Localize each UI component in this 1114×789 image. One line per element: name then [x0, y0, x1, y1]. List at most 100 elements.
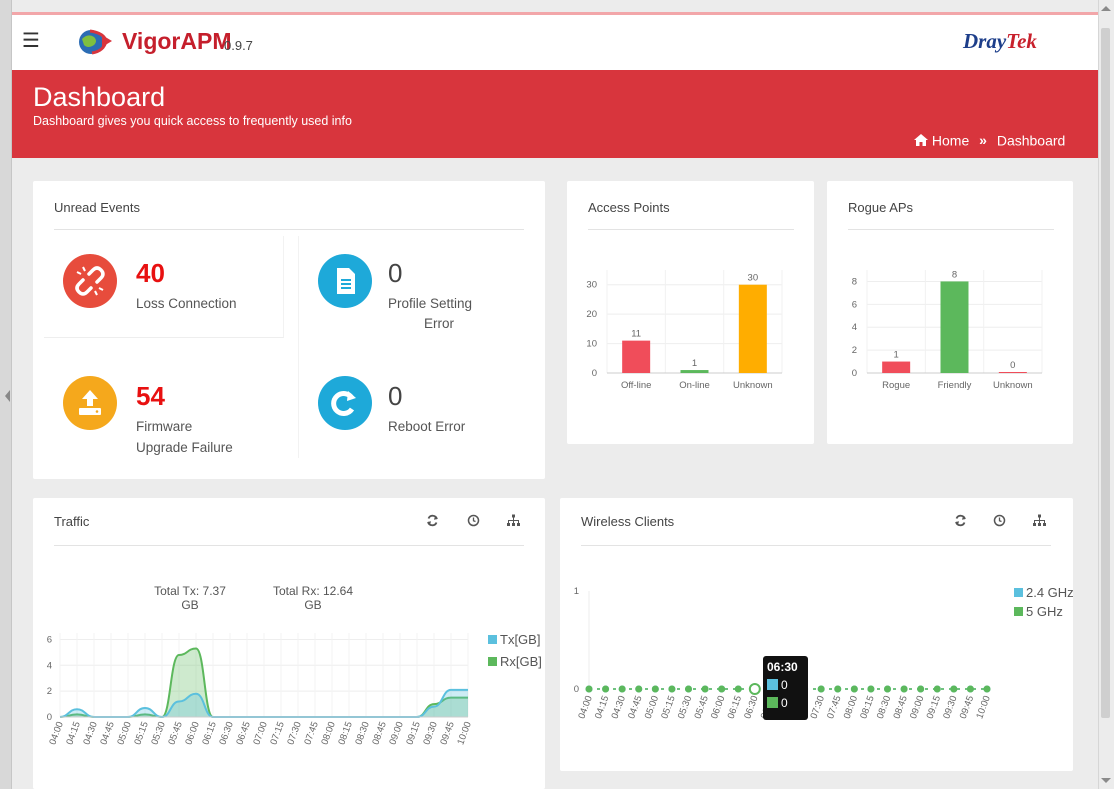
divider	[581, 545, 1051, 546]
x-tick-label: 08:30	[353, 720, 371, 746]
total-rx-value: Total Rx: 12.64	[272, 584, 354, 598]
refresh-icon[interactable]	[954, 514, 967, 530]
sidebar-toggle-grip[interactable]	[5, 390, 10, 402]
data-point	[867, 685, 875, 693]
x-tick-label: 05:45	[166, 720, 184, 746]
y-tick-label: 10	[586, 339, 597, 350]
x-tick-label: 09:00	[387, 720, 405, 746]
tooltip-time: 06:30	[767, 660, 798, 674]
legend-tx-swatch	[488, 635, 497, 644]
menu-icon[interactable]: ☰	[22, 30, 40, 52]
total-rx: Total Rx: 12.64 GB	[258, 584, 368, 612]
page-title: Dashboard	[33, 82, 166, 112]
traffic-title: Traffic	[54, 514, 90, 529]
chart-tooltip: 06:30 0 0	[763, 656, 808, 720]
legend-5ghz: 5 GHz	[1014, 604, 1063, 619]
bar-rogue	[882, 361, 911, 373]
x-tick-label: 07:15	[268, 720, 286, 746]
x-tick-label: 08:45	[370, 720, 388, 746]
bar-value-label: 11	[631, 329, 641, 340]
x-tick-label: 06:15	[200, 720, 218, 746]
data-point	[884, 685, 891, 693]
data-point	[602, 685, 610, 693]
bar-value-label: 0	[1010, 360, 1015, 371]
bar-unknown	[998, 372, 1027, 373]
x-tick-label: 09:30	[421, 720, 439, 746]
refresh-icon	[318, 376, 372, 430]
data-point	[668, 685, 676, 693]
breadcrumb-current: Dashboard	[996, 132, 1066, 149]
app-brand: VigorAPM	[122, 27, 231, 55]
loss-connection-label: Loss Connection	[136, 296, 237, 311]
data-point	[651, 685, 659, 693]
scroll-up-arrow-icon[interactable]	[1101, 6, 1111, 11]
bar-friendly	[940, 281, 969, 373]
app-version: 0.9.7	[224, 38, 253, 53]
data-point	[734, 685, 742, 693]
x-tick-label: 04:30	[81, 720, 99, 746]
data-point	[917, 685, 925, 693]
y-tick-label: 1	[574, 586, 579, 597]
x-tick-label: 07:30	[285, 720, 303, 746]
x-tick-label: 07:45	[302, 720, 320, 746]
x-tick-label: 05:15	[132, 720, 150, 746]
x-tick-label: 10:00	[455, 720, 473, 746]
x-tick-label: Unknown	[993, 380, 1033, 391]
x-tick-label: Unknown	[733, 380, 773, 391]
breadcrumb-home[interactable]: Home	[932, 132, 969, 148]
x-tick-label: 04:15	[64, 720, 82, 746]
reboot-error-count: 0	[388, 381, 403, 411]
data-point	[817, 685, 825, 693]
refresh-icon[interactable]	[426, 514, 439, 530]
data-point	[618, 685, 626, 693]
x-tick-label: 09:15	[404, 720, 422, 746]
loss-connection-count: 40	[136, 258, 165, 288]
y-tick-label: 4	[47, 660, 52, 671]
legend-tx: Tx[GB]	[488, 632, 540, 647]
scrollbar-thumb[interactable]	[1101, 28, 1110, 718]
divider	[54, 545, 524, 546]
vendor-logo-suffix: Tek	[1006, 29, 1037, 53]
vendor-logo-prefix: Dray	[963, 29, 1007, 53]
legend-24ghz-label: 2.4 GHz	[1026, 585, 1074, 600]
x-tick-label: 10:00	[974, 694, 992, 720]
firmware-upgrade-label-2: Upgrade Failure	[136, 440, 233, 455]
x-tick-label: 07:00	[251, 720, 269, 746]
x-tick-label: 05:30	[149, 720, 167, 746]
scroll-down-arrow-icon[interactable]	[1101, 778, 1111, 783]
x-tick-label: 06:00	[183, 720, 201, 746]
sitemap-icon[interactable]	[1033, 514, 1046, 530]
profile-setting-label-2: Error	[424, 316, 454, 331]
y-tick-label: 4	[852, 322, 857, 333]
x-tick-label: Off-line	[621, 380, 651, 391]
legend-24ghz: 2.4 GHz	[1014, 585, 1074, 600]
y-tick-label: 30	[586, 280, 597, 291]
bar-unknown	[738, 284, 767, 373]
clock-icon[interactable]	[467, 514, 480, 530]
bar-off-line	[622, 340, 651, 373]
data-point	[900, 685, 908, 693]
divider	[54, 229, 524, 230]
data-point	[685, 685, 692, 693]
clock-icon[interactable]	[993, 514, 1006, 530]
tooltip-24ghz-swatch	[767, 679, 778, 690]
y-tick-label: 6	[852, 299, 857, 310]
access-points-chart: 0 10 20 30 11 Off-line 1 On-line 30 Unknown	[586, 270, 783, 391]
total-tx: Total Tx: 7.37 GB	[138, 584, 242, 612]
x-tick-label: 06:45	[234, 720, 252, 746]
y-tick-label: 2	[47, 686, 52, 697]
x-tick-label: On-line	[679, 380, 710, 391]
data-point	[950, 685, 958, 693]
data-point	[834, 685, 842, 693]
legend-5ghz-label: 5 GHz	[1026, 604, 1063, 619]
profile-setting-count: 0	[388, 258, 403, 288]
y-tick-label: 20	[586, 309, 597, 320]
divider	[848, 229, 1054, 230]
rogue-aps-title: Rogue APs	[848, 200, 914, 215]
legend-24ghz-swatch	[1014, 588, 1023, 597]
legend-tx-label: Tx[GB]	[500, 632, 541, 647]
legend-rx-swatch	[488, 657, 497, 666]
sitemap-icon[interactable]	[507, 514, 520, 530]
bar-value-label: 30	[748, 273, 759, 284]
page-subtitle: Dashboard gives you quick access to freq…	[33, 114, 352, 128]
